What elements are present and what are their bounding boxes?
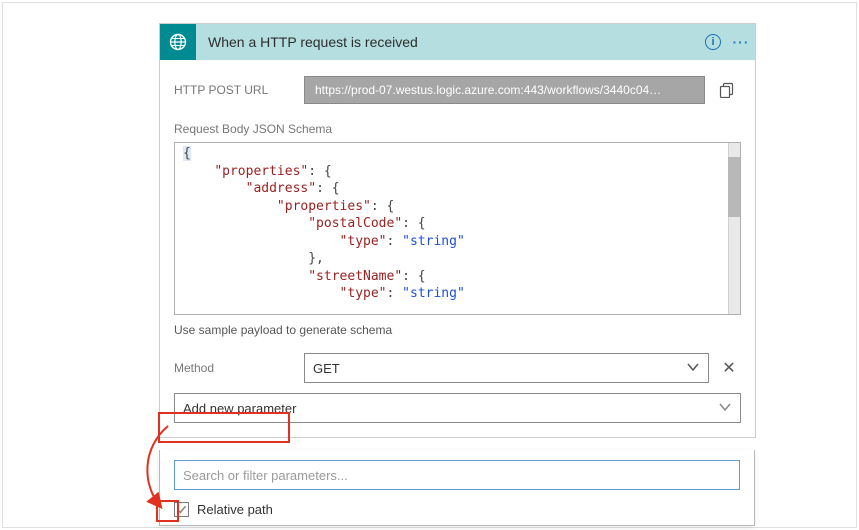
url-row: HTTP POST URL https://prod-07.westus.log… <box>174 76 741 104</box>
url-value: https://prod-07.westus.logic.azure.com:4… <box>315 83 661 97</box>
schema-textarea[interactable]: { "properties": { "address": { "properti… <box>174 142 741 315</box>
card-body: HTTP POST URL https://prod-07.westus.log… <box>160 60 755 437</box>
option-relative-path[interactable]: Relative path <box>174 502 740 517</box>
http-trigger-icon <box>160 24 196 60</box>
parameter-dropdown-panel: Relative path <box>159 450 755 526</box>
url-label: HTTP POST URL <box>174 83 304 97</box>
method-select[interactable]: GET <box>304 353 709 383</box>
card-title: When a HTTP request is received <box>196 34 699 50</box>
clear-method-button[interactable]: ✕ <box>717 353 741 383</box>
copy-icon <box>719 82 735 98</box>
parameter-search-input[interactable] <box>174 460 740 490</box>
method-label: Method <box>174 361 304 375</box>
relative-path-label: Relative path <box>197 502 273 517</box>
sample-payload-link[interactable]: Use sample payload to generate schema <box>174 323 741 337</box>
url-field[interactable]: https://prod-07.westus.logic.azure.com:4… <box>304 76 705 104</box>
card-header: When a HTTP request is received i ··· <box>160 24 755 60</box>
chevron-down-icon <box>686 360 700 377</box>
chevron-down-icon <box>718 400 732 417</box>
info-icon[interactable]: i <box>699 34 727 50</box>
more-menu-icon[interactable]: ··· <box>727 34 755 50</box>
scrollbar-track[interactable] <box>728 143 740 314</box>
method-value: GET <box>313 361 340 376</box>
method-row: Method GET ✕ <box>174 353 741 383</box>
scrollbar-thumb[interactable] <box>728 157 740 217</box>
schema-label: Request Body JSON Schema <box>174 122 741 136</box>
copy-url-button[interactable] <box>713 76 741 104</box>
trigger-card: When a HTTP request is received i ··· HT… <box>159 23 756 438</box>
schema-content: { "properties": { "address": { "properti… <box>175 143 740 305</box>
add-parameter-dropdown[interactable]: Add new parameter <box>174 393 741 423</box>
checkmark-icon <box>176 504 187 515</box>
relative-path-checkbox[interactable] <box>174 502 189 517</box>
add-parameter-label: Add new parameter <box>175 394 304 422</box>
